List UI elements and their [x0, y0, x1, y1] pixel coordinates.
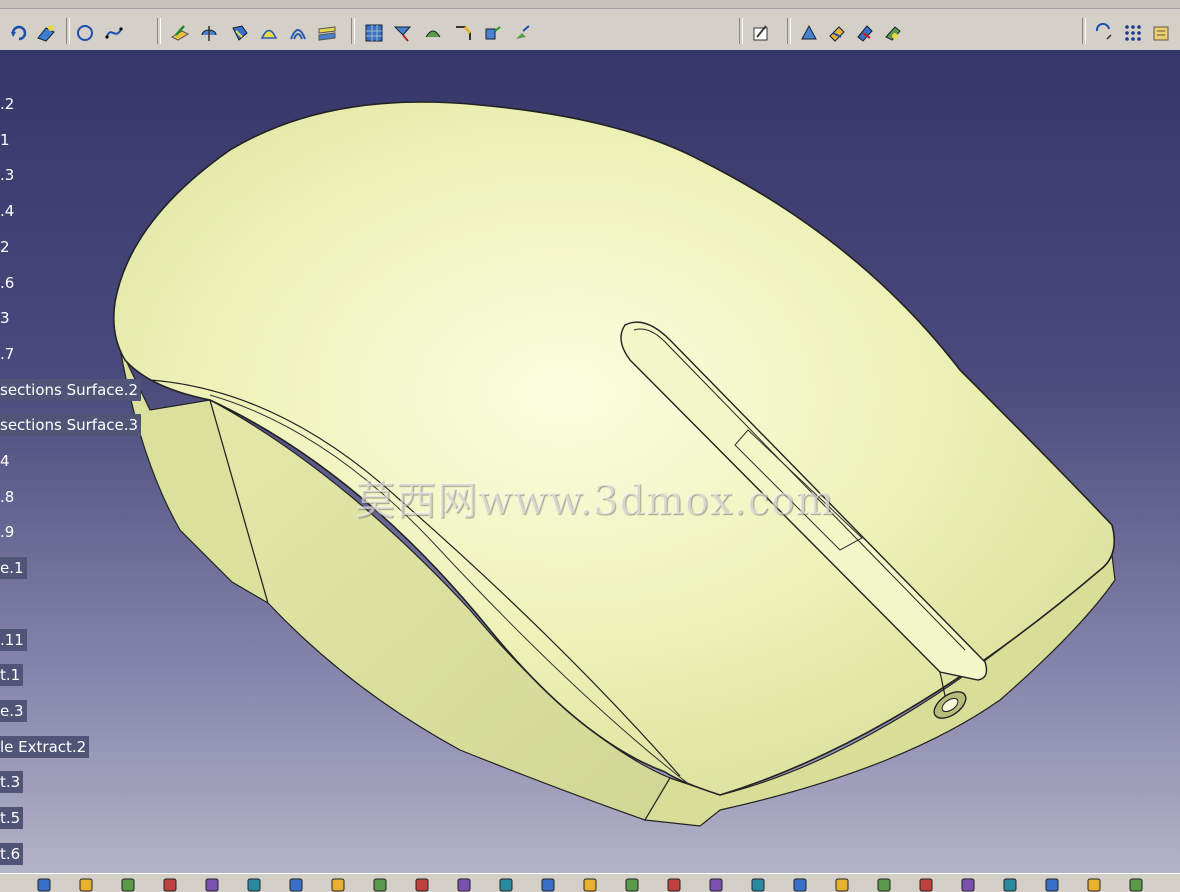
tree-node[interactable]: .4 [0, 200, 17, 222]
formula-icon[interactable] [456, 877, 472, 892]
tree-node[interactable]: .11 [0, 628, 27, 651]
fill-icon[interactable] [258, 22, 280, 44]
new-icon[interactable] [36, 877, 52, 892]
revolve-icon[interactable] [198, 22, 220, 44]
tree-node[interactable]: 4 [0, 450, 13, 472]
layer-icon[interactable] [1128, 877, 1144, 892]
pan-icon[interactable] [918, 877, 934, 892]
top-toolbar [0, 0, 1180, 51]
toolbar-separator [351, 18, 355, 44]
render-icon[interactable] [792, 877, 808, 892]
split-icon[interactable] [392, 22, 414, 44]
tree-node[interactable]: .8 [0, 486, 17, 508]
swap-icon[interactable] [1093, 22, 1115, 44]
paste-icon[interactable] [288, 877, 304, 892]
chamfer-icon[interactable] [452, 22, 474, 44]
print-icon[interactable] [162, 877, 178, 892]
sketch-icon[interactable] [750, 22, 772, 44]
tree-node[interactable]: sections Surface.3 [0, 414, 142, 437]
tree-node[interactable]: t.5 [0, 807, 24, 829]
blend-icon[interactable] [316, 22, 338, 44]
tree-node[interactable]: e.1 [0, 557, 27, 580]
undo-icon[interactable] [330, 877, 346, 892]
toolbar-separator [66, 18, 70, 44]
translate-icon[interactable] [482, 22, 504, 44]
tree-node[interactable]: .6 [0, 272, 17, 294]
tree-node[interactable]: t.3 [0, 771, 24, 794]
tree-node[interactable]: t.6 [0, 842, 24, 865]
extrude-icon[interactable] [169, 22, 191, 44]
tree-node[interactable]: .9 [0, 521, 17, 543]
whats-this-icon[interactable] [414, 877, 430, 892]
curvature-icon[interactable] [882, 22, 904, 44]
swap-icon[interactable] [1002, 877, 1018, 892]
toolbar-overflow-strip [0, 0, 1180, 9]
toolbar-separator [157, 18, 161, 44]
tree-node[interactable]: 2 [0, 236, 13, 258]
scale-icon[interactable] [1044, 877, 1060, 892]
knowledge-icon[interactable] [498, 877, 514, 892]
redo-icon[interactable] [372, 877, 388, 892]
spline-icon[interactable] [103, 22, 125, 44]
light-icon[interactable] [540, 877, 556, 892]
grid-icon[interactable] [1122, 22, 1144, 44]
tree-node[interactable]: 3 [0, 307, 13, 329]
toolbar-separator [1082, 18, 1086, 44]
bottom-toolbar [0, 873, 1180, 892]
fillet-icon[interactable] [422, 22, 444, 44]
material-icon[interactable] [834, 877, 850, 892]
tree-node[interactable]: 1 [0, 129, 13, 151]
cut-icon[interactable] [204, 877, 220, 892]
rotate-icon[interactable] [8, 22, 30, 44]
tree-node[interactable]: .2 [0, 93, 17, 115]
offset-grid-icon[interactable] [363, 22, 385, 44]
hide-icon[interactable] [1086, 877, 1102, 892]
fly-icon[interactable] [750, 877, 766, 892]
tree-node[interactable]: .7 [0, 343, 17, 365]
mouse-model [112, 101, 1116, 827]
draft-icon[interactable] [854, 22, 876, 44]
copy-icon[interactable] [246, 877, 262, 892]
filter-icon[interactable] [708, 877, 724, 892]
3d-viewport[interactable]: .2 1 .3 .4 2 .6 3 .7 sections Surface.2 sections … [0, 50, 1180, 873]
surface-edit-icon[interactable] [35, 22, 57, 44]
lock-icon[interactable] [666, 877, 682, 892]
catalog-icon[interactable] [1150, 22, 1172, 44]
watermark-text: 莫西网www.3dmox.com [355, 478, 835, 524]
loft-icon[interactable] [287, 22, 309, 44]
pattern-icon[interactable] [512, 22, 534, 44]
measure-icon[interactable] [798, 22, 820, 44]
tree-node[interactable]: e.3 [0, 699, 27, 722]
cube-icon[interactable] [876, 877, 892, 892]
tree-node[interactable]: t.1 [0, 664, 24, 687]
toolbar-separator [787, 18, 791, 44]
toolbar-separator [739, 18, 743, 44]
measure-icon[interactable] [960, 877, 976, 892]
tree-node[interactable]: le Extract.2 [0, 735, 90, 758]
open-icon[interactable] [78, 877, 94, 892]
circle-icon[interactable] [74, 22, 96, 44]
table-icon[interactable] [582, 877, 598, 892]
sweep-icon[interactable] [229, 22, 251, 44]
save-icon[interactable] [120, 877, 136, 892]
grid-snap-icon[interactable] [624, 877, 640, 892]
tree-node[interactable]: .3 [0, 164, 17, 186]
tree-node[interactable]: sections Surface.2 [0, 378, 142, 401]
analysis-icon[interactable] [826, 22, 848, 44]
